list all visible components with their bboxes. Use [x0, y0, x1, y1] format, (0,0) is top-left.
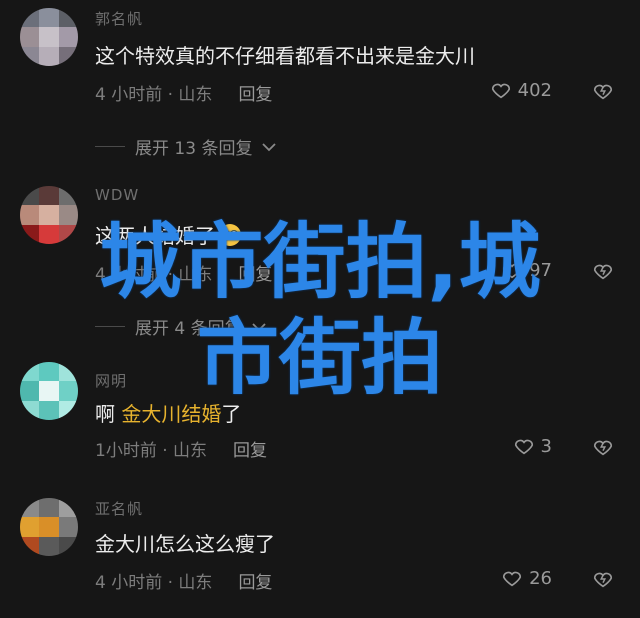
heart-icon — [491, 83, 510, 99]
dislike-heart-icon[interactable] — [592, 436, 614, 458]
like-count: 402 — [517, 79, 552, 101]
comment-text: 这个特效真的不仔细看都看不出来是金大川 — [95, 44, 475, 68]
username[interactable]: WDW — [95, 186, 139, 204]
expand-replies-button[interactable]: 展开 13 条回复 — [95, 134, 277, 159]
chevron-down-icon — [262, 142, 277, 151]
username[interactable]: 亚名帆 — [95, 498, 143, 519]
reply-button[interactable]: 回复 — [238, 573, 272, 593]
divider — [95, 146, 125, 147]
comment-meta: 1小时前 · 山东 回复 — [95, 436, 267, 461]
reply-button[interactable]: 回复 — [233, 441, 267, 461]
like-count: 3 — [540, 435, 552, 457]
comment-meta: 4 小时前 · 山东 回复 — [95, 80, 272, 105]
like-count: 26 — [529, 567, 552, 589]
like-button[interactable]: 3 — [513, 435, 552, 457]
avatar[interactable] — [20, 498, 78, 556]
comment-item: 亚名帆 金大川怎么这么瘦了 4 小时前 · 山东 回复 26 — [0, 496, 640, 618]
time-location: 4 小时前 · 山东 — [95, 573, 213, 593]
username[interactable]: 郭名帆 — [95, 8, 143, 29]
heart-icon — [503, 571, 522, 587]
heart-icon — [514, 439, 533, 455]
comment-meta: 4 小时前 · 山东 回复 — [95, 568, 272, 593]
watermark-line-2: 市街拍 — [196, 311, 443, 406]
like-button[interactable]: 26 — [501, 567, 552, 589]
expand-label: 展开 13 条回复 — [135, 139, 253, 159]
time-location: 1小时前 · 山东 — [95, 441, 208, 461]
like-button[interactable]: 402 — [490, 79, 552, 101]
comment-item: 郭名帆 这个特效真的不仔细看都看不出来是金大川 4 小时前 · 山东 回复 402… — [0, 0, 640, 180]
reply-button[interactable]: 回复 — [238, 85, 272, 105]
avatar[interactable] — [20, 8, 78, 66]
comment-text: 金大川怎么这么瘦了 — [95, 532, 275, 556]
dislike-heart-icon[interactable] — [592, 568, 614, 590]
comment-text-prefix: 啊 — [95, 402, 122, 426]
watermark-line-1: 城市街拍,城 — [99, 215, 541, 310]
time-location: 4 小时前 · 山东 — [95, 85, 213, 105]
dislike-heart-icon[interactable] — [592, 80, 614, 102]
